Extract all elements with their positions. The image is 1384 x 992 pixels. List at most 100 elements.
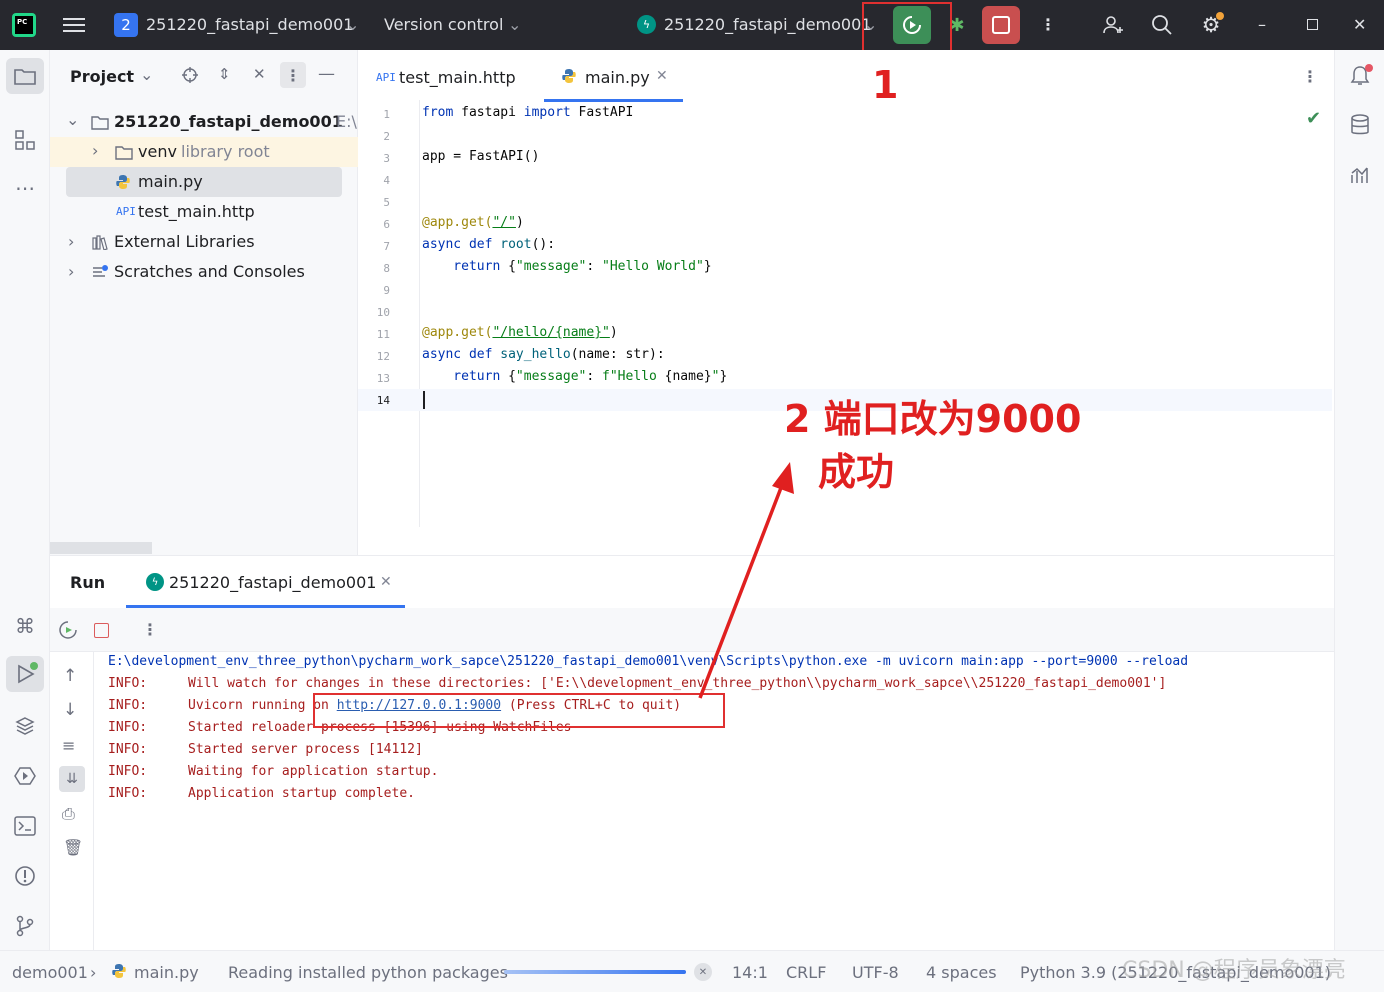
code-string: "message": [515, 259, 587, 274]
tree-root-project[interactable]: 251220_fastapi_demo001: [114, 112, 343, 131]
hide-panel-icon[interactable]: —: [318, 64, 335, 84]
more-tools-icon[interactable]: ⋯: [13, 176, 37, 200]
code-text: :: [586, 259, 603, 274]
console-side-toolbar: ↑ ↓ ≡ ⇊ ⎙ 🗑: [50, 652, 94, 951]
version-control-menu[interactable]: Version control: [384, 15, 503, 34]
collapse-all-icon[interactable]: ✕: [253, 65, 266, 83]
run-configuration-selector[interactable]: 251220_fastapi_demo001: [664, 15, 871, 34]
code-string: "Hello World": [602, 259, 704, 274]
tree-item-scratches[interactable]: Scratches and Consoles: [114, 262, 305, 281]
line-number: 14: [376, 394, 390, 407]
close-tab-icon[interactable]: ✕: [380, 574, 392, 590]
project-panel: Project ⌄ ⇕ ✕ ⋮ — ⌄ 251220_fastapi_demo0…: [50, 50, 358, 555]
chevron-down-icon[interactable]: ⌄: [66, 110, 79, 129]
file-encoding[interactable]: UTF-8: [852, 963, 899, 982]
more-actions-icon[interactable]: ⋮: [1040, 15, 1056, 34]
console-line: INFO: Started reloader process [15396] us…: [108, 720, 572, 735]
chevron-right-icon[interactable]: ›: [68, 262, 74, 281]
panel-options-icon[interactable]: ⋮: [280, 62, 306, 88]
more-actions-icon[interactable]: ⋮: [142, 620, 158, 639]
tree-item-venv[interactable]: › venv library root: [50, 137, 358, 167]
no-problems-check-icon: ✔: [1306, 108, 1322, 129]
project-badge[interactable]: 2: [114, 13, 138, 37]
run-tool-window-title[interactable]: Run: [70, 573, 105, 592]
horizontal-scrollbar[interactable]: [50, 542, 152, 554]
code-text: ): [515, 215, 524, 230]
code-line-7[interactable]: async def root():: [422, 237, 555, 252]
line-number: 13: [376, 372, 390, 385]
code-text: {name}: [664, 369, 712, 384]
soft-wrap-icon[interactable]: ≡: [62, 736, 75, 755]
project-switcher[interactable]: 251220_fastapi_demo001: [146, 15, 353, 34]
editor-options-icon[interactable]: ⋮: [1302, 67, 1318, 86]
locate-file-icon[interactable]: [180, 65, 200, 85]
project-folder-icon[interactable]: [6, 58, 44, 94]
git-branch-icon[interactable]: [13, 914, 37, 938]
code-line-8[interactable]: return {"message": "Hello World"}: [422, 259, 711, 274]
breadcrumb-file[interactable]: main.py: [134, 963, 199, 982]
close-tab-icon[interactable]: ✕: [656, 68, 668, 84]
project-panel-title[interactable]: Project: [70, 67, 134, 86]
library-icon: [90, 233, 110, 251]
search-icon[interactable]: [1150, 13, 1174, 37]
chevron-right-icon[interactable]: ›: [68, 232, 74, 251]
chevron-right-icon[interactable]: ›: [92, 141, 98, 160]
caret-position[interactable]: 14:1: [732, 963, 768, 982]
code-string: "/hello/{name}": [492, 325, 610, 340]
python-console-icon[interactable]: ⌘: [13, 614, 37, 638]
scroll-down-arrow-icon[interactable]: ↓: [63, 700, 77, 720]
code-line-3[interactable]: app = FastAPI(): [422, 149, 539, 164]
print-icon[interactable]: ⎙: [62, 804, 75, 824]
problems-icon[interactable]: [13, 864, 37, 888]
code-text: (name: str):: [570, 347, 665, 362]
expand-all-icon[interactable]: ⇕: [218, 65, 231, 83]
line-number: 11: [376, 328, 390, 341]
sciview-chart-icon[interactable]: [1348, 163, 1372, 187]
line-separator[interactable]: CRLF: [786, 963, 826, 982]
annotation-box-2: [313, 693, 725, 728]
close-window-button[interactable]: ✕: [1353, 15, 1366, 34]
run-config-tab[interactable]: ϟ 251220_fastapi_demo001 ✕: [126, 556, 405, 608]
console-line: INFO: Will watch for changes in these dir…: [108, 676, 1166, 691]
breadcrumb-project[interactable]: demo001: [12, 963, 88, 982]
add-user-icon[interactable]: [1100, 13, 1126, 37]
tree-root-path: E:\: [336, 112, 357, 131]
terminal-icon[interactable]: [13, 814, 37, 838]
line-number: 12: [376, 350, 390, 363]
stop-icon[interactable]: [94, 623, 109, 638]
folder-icon: [90, 113, 110, 131]
tree-item-external-libraries[interactable]: External Libraries: [114, 232, 255, 251]
stop-button[interactable]: [982, 6, 1020, 44]
indent-setting[interactable]: 4 spaces: [926, 963, 997, 982]
scroll-up-arrow-icon[interactable]: ↑: [63, 666, 77, 686]
code-line-12[interactable]: async def say_hello(name: str):: [422, 347, 665, 362]
line-number: 7: [383, 240, 390, 253]
tab-test-main-http[interactable]: API test_main.http: [358, 50, 538, 102]
code-line-6[interactable]: @app.get("/"): [422, 215, 524, 230]
minimize-button[interactable]: –: [1258, 15, 1266, 34]
layers-icon[interactable]: [13, 714, 37, 738]
code-line-11[interactable]: @app.get("/hello/{name}"): [422, 325, 618, 340]
rerun-icon[interactable]: [58, 620, 78, 640]
trash-icon[interactable]: 🗑: [63, 838, 83, 857]
code-function-name: root: [500, 237, 532, 252]
code-text: ():: [531, 237, 556, 252]
run-tool-icon[interactable]: [6, 656, 44, 692]
python-file-icon: [110, 962, 128, 980]
chevron-down-icon: ⌄: [508, 15, 522, 34]
database-icon[interactable]: [1348, 113, 1372, 137]
tab-main-py[interactable]: main.py ✕: [544, 50, 683, 102]
services-icon[interactable]: [13, 764, 37, 788]
code-line-1[interactable]: from fastapi import FastAPI: [422, 105, 633, 120]
scroll-to-end-icon[interactable]: ⇊: [59, 766, 85, 792]
status-bar: demo001 › main.py Reading installed pyth…: [0, 950, 1384, 992]
maximize-button[interactable]: [1307, 19, 1318, 30]
fastapi-run-config-icon: ϟ: [146, 573, 164, 591]
tree-item-test-main-http[interactable]: test_main.http: [138, 202, 255, 221]
cancel-task-icon[interactable]: ✕: [694, 963, 712, 981]
main-menu-icon[interactable]: [62, 13, 86, 37]
code-line-13[interactable]: return {"message": f"Hello {name}"}: [422, 369, 727, 384]
structure-icon[interactable]: [13, 128, 37, 152]
log-level: INFO:: [108, 676, 148, 691]
tree-item-main-py[interactable]: main.py: [66, 167, 342, 197]
